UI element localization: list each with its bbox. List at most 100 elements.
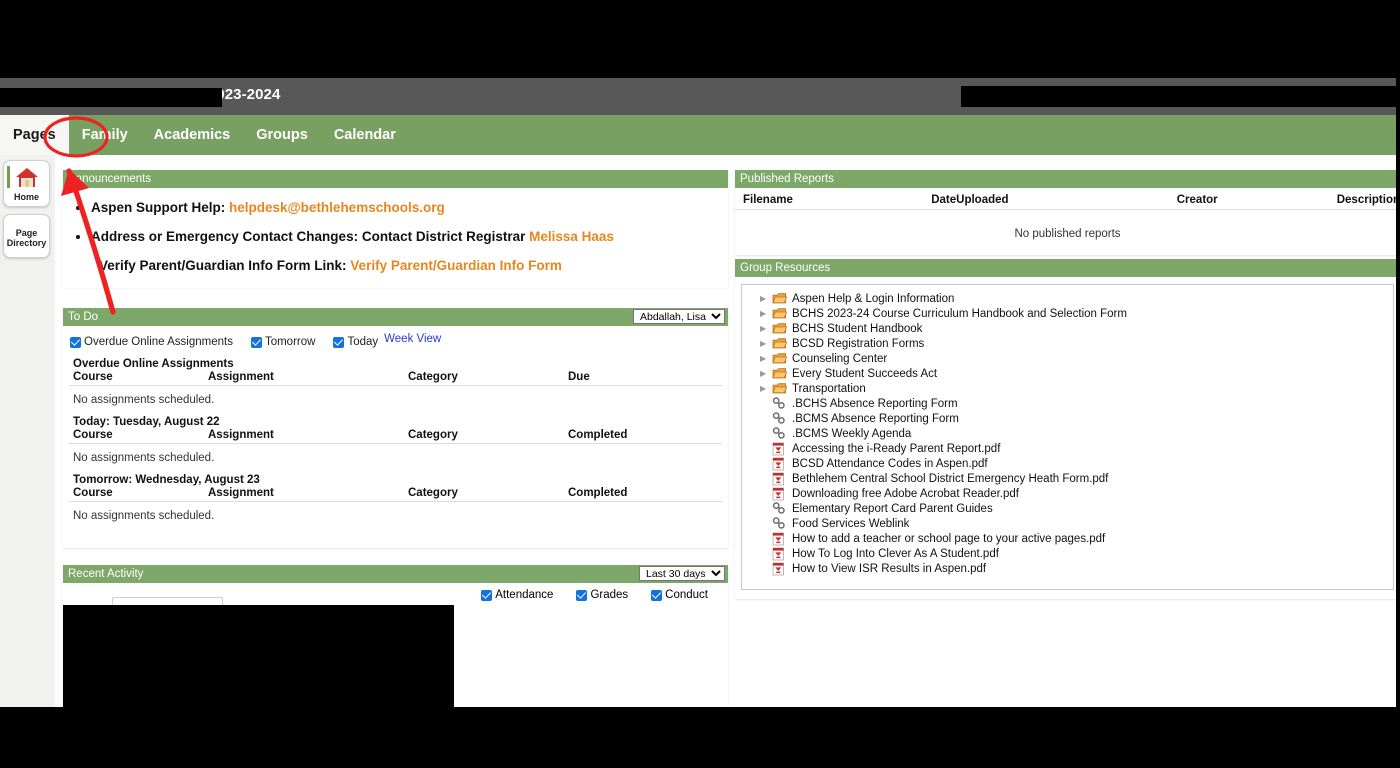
spacer: ▶ [760,531,772,546]
checkbox-icon[interactable] [481,589,493,601]
todo-student-select[interactable]: Abdallah, Lisa [633,309,725,324]
checkbox-icon[interactable] [576,589,588,601]
group-resource-row[interactable]: ▶ .BCMS Absence Reporting Form [742,411,1393,426]
group-resource-row[interactable]: ▶ Food Services Weblink [742,516,1393,531]
group-resource-label: Food Services Weblink [792,517,910,530]
recent-activity-filter-grades[interactable]: Grades [576,589,628,601]
chevron-right-icon[interactable]: ▶ [760,351,772,366]
announcement-bullet-list: Aspen Support Help: helpdesk@bethlehemsc… [63,200,728,245]
chevron-right-icon[interactable]: ▶ [760,381,772,396]
checkbox-icon[interactable] [70,336,81,348]
group-resource-row[interactable]: ▶ .BCMS Weekly Agenda [742,426,1393,441]
rail-button-home[interactable]: Home [3,160,50,207]
published-reports-header: Published Reports [735,170,1400,188]
folder-icon [772,307,788,320]
todo-filter-overdue-online-assignments[interactable]: Overdue Online Assignments [70,336,233,348]
checkbox-label: Overdue Online Assignments [84,336,233,348]
group-resources-list: ▶ Aspen Help & Login Information ▶ BCHS 202… [741,284,1394,590]
published-reports-panel: Published Reports Filename DateUploaded Cr… [735,170,1400,255]
nav-tab-academics[interactable]: Academics [141,115,244,155]
published-reports-table: Filename DateUploaded Creator Description [735,188,1400,210]
recent-activity-header: Recent Activity Last 30 days [63,565,728,583]
todo-section-heading: Overdue Online Assignments [73,358,234,370]
recent-activity-filter-attendance[interactable]: Attendance [481,589,553,601]
group-resource-row[interactable]: ▶ How to add a teacher or school page to … [742,531,1393,546]
recent-activity-filter-conduct[interactable]: Conduct [651,589,708,601]
pdf-icon [772,547,788,561]
group-resource-row[interactable]: ▶ Transportation [742,381,1393,396]
spacer: ▶ [760,546,772,561]
checkbox-label: Grades [590,589,629,601]
checkbox-icon[interactable] [250,336,262,348]
todo-empty-row: No assignments scheduled. [69,386,722,417]
chevron-right-icon[interactable]: ▶ [760,336,772,351]
published-reports-column-header: Filename [735,188,924,210]
announcement-item: Verify Parent/Guardian Info Form Link: V… [99,258,728,274]
pdf-icon [772,442,788,456]
group-resource-row[interactable]: ▶ Accessing the i-Ready Parent Report.pdf [742,441,1393,456]
chevron-right-icon[interactable]: ▶ [760,306,772,321]
group-resource-row[interactable]: ▶ BCSD Attendance Codes in Aspen.pdf [742,456,1393,471]
rail-button-page-directory[interactable]: Page Directory [3,214,50,258]
todo-column-header: Course [69,371,204,386]
group-resource-row[interactable]: ▶ BCHS Student Handbook [742,321,1393,336]
group-resource-row[interactable]: ▶ How To Log Into Clever As A Student.pdf [742,546,1393,561]
announcement-text: Address or Emergency Contact Changes: Co… [91,229,530,244]
link-icon [772,502,788,515]
todo-body: Overdue Online Assignments Tomorrow Today W… [63,326,728,538]
announcement-link[interactable]: Melissa Haas [529,229,614,244]
group-resource-row[interactable]: ▶ How to View ISR Results in Aspen.pdf [742,561,1393,576]
group-resource-row[interactable]: ▶ .BCHS Absence Reporting Form [742,396,1393,411]
nav-tab-calendar[interactable]: Calendar [321,115,409,155]
folder-icon [772,367,788,380]
checkbox-icon[interactable] [333,336,345,348]
spacer: ▶ [760,456,772,471]
todo-header-row: Course Assignment Category Due [69,371,722,386]
group-resources-title: Group Resources [740,262,831,274]
chevron-right-icon[interactable]: ▶ [760,366,772,381]
announcement-item: Address or Emergency Contact Changes: Co… [91,229,728,245]
chevron-right-icon[interactable]: ▶ [760,291,772,306]
rail-active-accent [7,166,10,188]
group-resource-label: Accessing the i-Ready Parent Report.pdf [792,442,1001,455]
todo-column-header: Course [69,487,204,502]
todo-section-table: Course Assignment Category Completed No assi… [69,487,722,532]
nav-tab-family[interactable]: Family [69,115,141,155]
pdf-icon [772,487,788,501]
spacer: ▶ [760,501,772,516]
group-resource-row[interactable]: ▶ Downloading free Adobe Acrobat Reader.p… [742,486,1393,501]
todo-empty-row: No assignments scheduled. [69,502,722,533]
group-resource-label: How To Log Into Clever As A Student.pdf [792,547,999,560]
group-resource-label: .BCHS Absence Reporting Form [792,397,958,410]
group-resource-row[interactable]: ▶ Every Student Succeeds Act [742,366,1393,381]
nav-tab-groups[interactable]: Groups [243,115,321,155]
group-resource-label: .BCMS Weekly Agenda [792,427,912,440]
chevron-right-icon[interactable]: ▶ [760,321,772,336]
spacer: ▶ [760,411,772,426]
announcement-text: Aspen Support Help: [91,200,229,215]
group-resource-row[interactable]: ▶ Bethlehem Central School District Emerg… [742,471,1393,486]
todo-filter-tomorrow[interactable]: Tomorrow [250,336,315,348]
nav-tab-pages[interactable]: Pages [0,115,69,155]
published-reports-body: Filename DateUploaded Creator Description N… [735,188,1400,252]
announcement-link[interactable]: helpdesk@bethlehemschools.org [229,200,445,215]
folder-icon [772,292,788,305]
group-resource-row[interactable]: ▶ BCHS 2023-24 Course Curriculum Handbook… [742,306,1393,321]
checkbox-label: Today [347,336,379,348]
week-view-link[interactable]: Week View [384,333,441,345]
group-resource-row[interactable]: ▶ Elementary Report Card Parent Guides [742,501,1393,516]
announcement-link[interactable]: Verify Parent/Guardian Info Form [350,258,562,273]
spacer: ▶ [760,396,772,411]
pdf-icon [772,532,788,546]
announcements-title: Announcements [68,173,152,185]
recent-activity-range-select[interactable]: Last 30 days [639,566,725,581]
todo-header-row: Course Assignment Category Completed [69,429,722,444]
checkbox-icon[interactable] [651,589,663,601]
todo-header-row: Course Assignment Category Completed [69,487,722,502]
group-resource-row[interactable]: ▶ BCSD Registration Forms [742,336,1393,351]
announcements-panel: Announcements Aspen Support Help: helpde… [63,170,728,288]
rail-button-label: Home [13,192,39,202]
group-resource-row[interactable]: ▶ Aspen Help & Login Information [742,291,1393,306]
group-resource-row[interactable]: ▶ Counseling Center [742,351,1393,366]
todo-filter-today[interactable]: Today [333,336,378,348]
